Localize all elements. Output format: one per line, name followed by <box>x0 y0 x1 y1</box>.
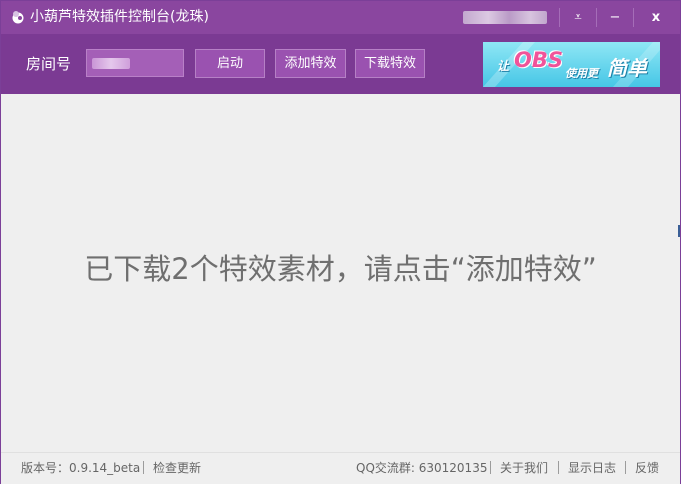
qq-group-label: QQ交流群: 630120135 <box>356 461 488 475</box>
start-button[interactable]: 启动 <box>195 49 265 78</box>
status-divider <box>625 461 626 474</box>
status-divider <box>558 461 559 474</box>
app-icon <box>12 11 24 24</box>
title-bar[interactable]: 小葫芦特效插件控制台(龙珠) ⩡ − x <box>1 1 680 34</box>
banner-text-use: 使用更 <box>565 67 598 80</box>
check-update-link[interactable]: 检查更新 <box>153 461 201 476</box>
status-bar: 版本号：0.9.14_beta 检查更新 QQ交流群: 630120135 关于… <box>1 452 680 484</box>
app-window: 小葫芦特效插件控制台(龙珠) ⩡ − x 房间号 启动 添加特效 下载特效 让 <box>0 0 681 484</box>
menu-icon: ⩡ <box>574 10 582 25</box>
download-effect-button[interactable]: 下载特效 <box>355 49 425 78</box>
status-divider <box>490 461 491 474</box>
room-number-label: 房间号 <box>26 55 72 73</box>
blurred-room-number <box>92 58 130 69</box>
about-us-link[interactable]: 关于我们 <box>500 461 548 476</box>
obs-promo-banner[interactable]: 让 OBS 使用更 简单 <box>483 42 660 87</box>
close-button[interactable]: x <box>643 5 669 30</box>
toolbar: 房间号 启动 添加特效 下载特效 让 OBS 使用更 简单 <box>1 34 680 94</box>
title-divider <box>596 8 597 27</box>
edge-accent <box>678 225 680 237</box>
minimize-icon: − <box>609 10 621 25</box>
minimize-button[interactable]: − <box>602 5 628 30</box>
blurred-username <box>463 11 547 24</box>
version-label: 版本号：0.9.14_beta <box>21 461 141 475</box>
banner-text-simple: 简单 <box>607 56 647 80</box>
status-message: 已下载2个特效素材，请点击“添加特效” <box>84 252 597 286</box>
close-icon: x <box>651 10 661 25</box>
banner-text-obs: OBS <box>514 48 563 72</box>
banner-text-let: 让 <box>497 59 510 73</box>
add-effect-button[interactable]: 添加特效 <box>275 49 346 78</box>
feedback-link[interactable]: 反馈 <box>635 461 659 476</box>
title-divider <box>559 8 560 27</box>
menu-button[interactable]: ⩡ <box>565 5 591 30</box>
status-divider <box>143 461 144 474</box>
title-divider <box>633 8 634 27</box>
room-number-input[interactable] <box>86 49 184 77</box>
window-title: 小葫芦特效插件控制台(龙珠) <box>30 9 209 25</box>
show-log-link[interactable]: 显示日志 <box>568 461 616 476</box>
